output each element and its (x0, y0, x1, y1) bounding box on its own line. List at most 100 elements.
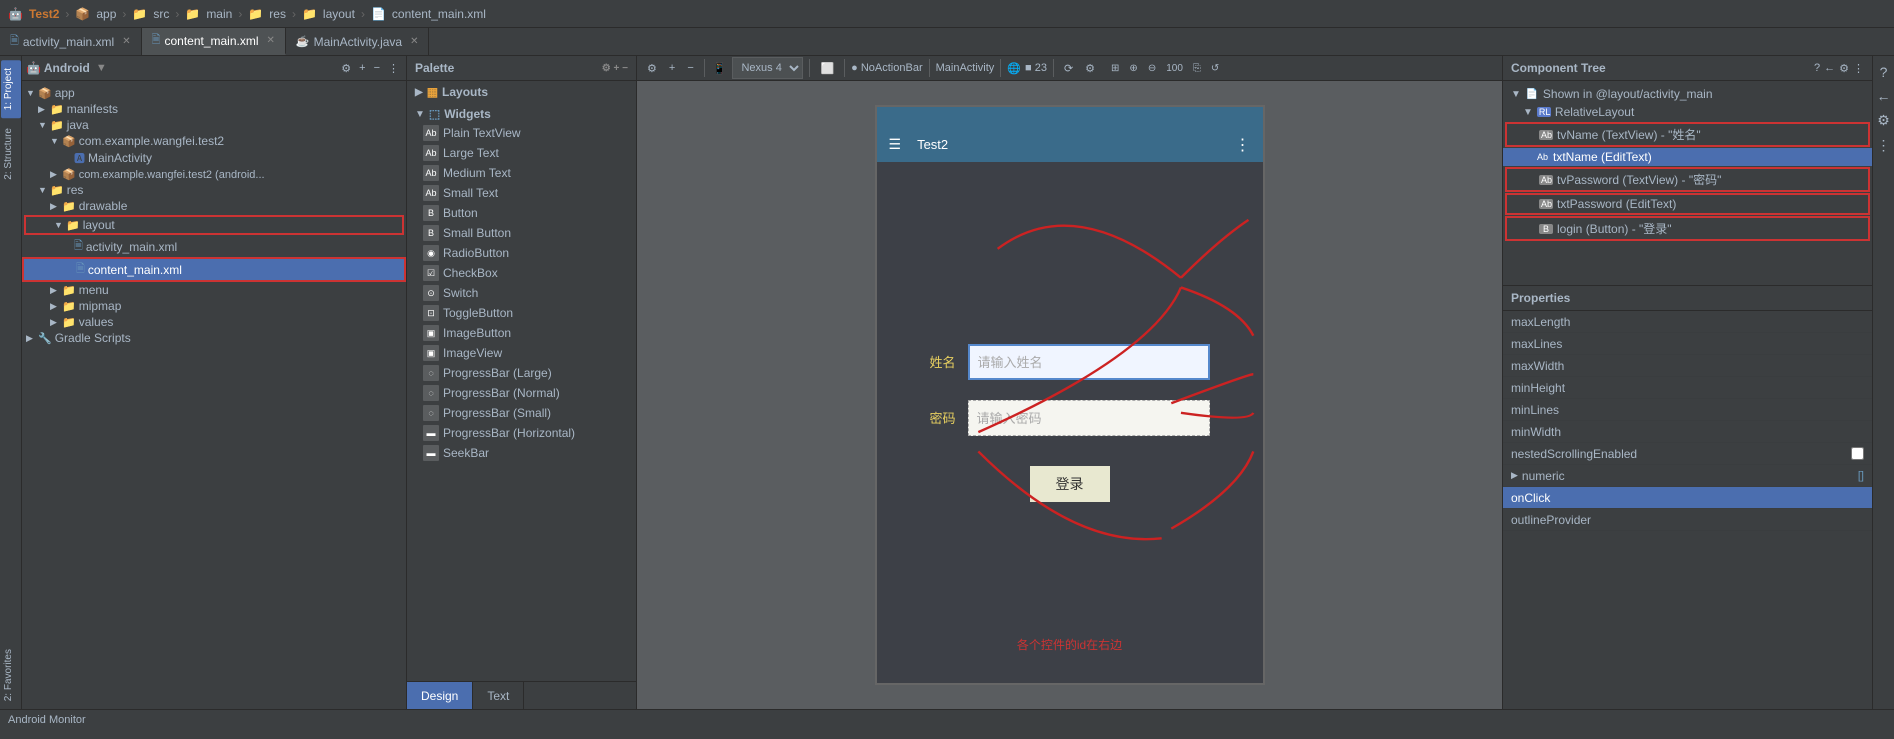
zoom-100-btn[interactable]: 100 (1162, 61, 1187, 76)
password-input-preview[interactable]: 请输入密码 (968, 400, 1210, 436)
palette-settings-icon[interactable]: ⚙ + − (602, 63, 628, 74)
sync-btn[interactable]: ⚙ (338, 61, 354, 76)
nested-scrolling-checkbox[interactable] (1851, 447, 1864, 460)
ct-item-tvname[interactable]: Ab tvName (TextView) - "姓名" (1505, 122, 1870, 147)
palette-item-progressbar-small[interactable]: ◌ ProgressBar (Small) (407, 403, 636, 423)
name-input-preview[interactable]: 请输入姓名 (968, 344, 1210, 380)
login-button-preview[interactable]: 登录 (1030, 466, 1110, 502)
tab-content-main[interactable]: 🗎 content_main.xml ✕ (142, 28, 286, 55)
toolbar-sep1 (704, 59, 705, 77)
refresh-layout-btn[interactable]: ↺ (1207, 61, 1223, 76)
tab-text[interactable]: Text (473, 682, 524, 709)
palette-item-plain-textview[interactable]: Ab Plain TextView (407, 123, 636, 143)
app-label[interactable]: app (96, 7, 116, 21)
palette-layouts-header[interactable]: ▶ ▦ Layouts (407, 83, 636, 101)
prop-onclick[interactable]: onClick (1503, 487, 1872, 509)
tree-item-menu[interactable]: ▶ 📁 menu (22, 282, 406, 298)
tree-item-java[interactable]: ▼ 📁 java (22, 117, 406, 133)
tab-mainactivity[interactable]: ☕ MainActivity.java ✕ (286, 28, 430, 55)
zoom-out-btn[interactable]: ⊖ (1144, 61, 1160, 76)
ct-item-root[interactable]: ▼ 📄 Shown in @layout/activity_main (1503, 85, 1872, 103)
toolbar-sep3 (844, 59, 845, 77)
tab-design[interactable]: Design (407, 682, 473, 709)
device-select[interactable]: Nexus 4 (732, 57, 803, 79)
ct-item-txtname[interactable]: Ab txtName (EditText) (1503, 148, 1872, 166)
tree-item-values[interactable]: ▶ 📁 values (22, 314, 406, 330)
ct-back-btn[interactable]: ← (1824, 62, 1835, 75)
file-label[interactable]: content_main.xml (392, 7, 486, 21)
palette-item-togglebutton[interactable]: ⊡ ToggleButton (407, 303, 636, 323)
ct-menu-btn[interactable]: ⋮ (1853, 62, 1864, 75)
expand-btn[interactable]: + (356, 61, 368, 75)
palette-item-checkbox[interactable]: ☑ CheckBox (407, 263, 636, 283)
res-label[interactable]: res (269, 7, 286, 21)
ct-item-txtpassword[interactable]: Ab txtPassword (EditText) (1505, 193, 1870, 215)
ct-tvname-label: tvName (TextView) - "姓名" (1557, 126, 1701, 143)
palette-item-progressbar-large[interactable]: ◌ ProgressBar (Large) (407, 363, 636, 383)
right-strip-back[interactable]: ← (1873, 84, 1894, 108)
layout-crumb-icon: 📁 (302, 7, 317, 21)
tree-item-res[interactable]: ▼ 📁 res (22, 182, 406, 198)
tree-item-drawable[interactable]: ▶ 📁 drawable (22, 198, 406, 214)
refresh-btn[interactable]: ⟳ (1060, 60, 1077, 77)
right-strip-settings[interactable]: ⚙ (1873, 108, 1894, 133)
project-name[interactable]: Test2 (29, 7, 59, 21)
zoom-fit-btn[interactable]: ⊞ (1107, 61, 1123, 76)
portrait-btn[interactable]: ⬜ (816, 60, 838, 77)
tree-item-mipmap[interactable]: ▶ 📁 mipmap (22, 298, 406, 314)
tree-item-mainactivity[interactable]: ▶ 🅰 MainActivity (22, 149, 406, 167)
tree-item-content-main-xml[interactable]: ▶ 🗎 content_main.xml (22, 257, 406, 282)
palette-widgets-header[interactable]: ▼ ⬚ Widgets (407, 105, 636, 123)
layout-label[interactable]: layout (323, 7, 355, 21)
palette-item-button[interactable]: B Button (407, 203, 636, 223)
palette-item-radiobutton[interactable]: ◉ RadioButton (407, 243, 636, 263)
right-strip-menu[interactable]: ⋮ (1873, 133, 1894, 158)
palette-item-medium-text[interactable]: Ab Medium Text (407, 163, 636, 183)
close-tab-3[interactable]: ✕ (410, 36, 418, 47)
tree-item-manifests[interactable]: ▶ 📁 manifests (22, 101, 406, 117)
palette-item-progressbar-horizontal[interactable]: ▬ ProgressBar (Horizontal) (407, 423, 636, 443)
tree-item-activity-main-xml[interactable]: ▶ 🗎 activity_main.xml (22, 236, 406, 257)
widgets-label: Widgets (444, 107, 491, 121)
palette-item-imageview[interactable]: ▣ ImageView (407, 343, 636, 363)
palette-item-small-text[interactable]: Ab Small Text (407, 183, 636, 203)
src-label[interactable]: src (153, 7, 169, 21)
palette-item-small-button[interactable]: B Small Button (407, 223, 636, 243)
palette-item-large-text[interactable]: Ab Large Text (407, 143, 636, 163)
copy-btn[interactable]: ⎘ (1189, 61, 1205, 76)
tree-item-app[interactable]: ▼ 📦 app (22, 85, 406, 101)
tree-item-gradle[interactable]: ▶ 🔧 Gradle Scripts (22, 330, 406, 346)
ct-help-btn[interactable]: ? (1814, 62, 1820, 75)
tree-item-layout[interactable]: ▼ 📁 layout (24, 215, 404, 235)
ct-arrow-rl: ▼ (1523, 107, 1533, 118)
activity-select-label: MainActivity (936, 62, 995, 74)
strip-tab-project[interactable]: 1: Project (1, 60, 21, 118)
ct-item-login[interactable]: B login (Button) - "登录" (1505, 216, 1870, 241)
main-label[interactable]: main (206, 7, 232, 21)
preview-plus-btn[interactable]: + (665, 60, 679, 76)
close-tab-1[interactable]: ✕ (122, 36, 130, 47)
ct-item-relativelayout[interactable]: ▼ RL RelativeLayout (1503, 103, 1872, 121)
palette-item-switch[interactable]: ⊙ Switch (407, 283, 636, 303)
settings-btn[interactable]: ⋮ (385, 61, 402, 76)
palette-item-seekbar[interactable]: ▬ SeekBar (407, 443, 636, 463)
preview-sync-btn[interactable]: ⚙ (643, 60, 661, 77)
palette-item-progressbar-normal[interactable]: ◌ ProgressBar (Normal) (407, 383, 636, 403)
zoom-in-btn[interactable]: ⊕ (1125, 61, 1141, 76)
strip-tab-favorites[interactable]: 2: Favorites (1, 641, 21, 709)
tab-activity-main[interactable]: 🗎 activity_main.xml ✕ (0, 28, 142, 55)
strip-tab-structure[interactable]: 2: Structure (1, 120, 21, 188)
preview-settings-btn[interactable]: ⚙ (1081, 60, 1099, 77)
ct-item-tvpassword[interactable]: Ab tvPassword (TextView) - "密码" (1505, 167, 1870, 192)
preview-minus-btn[interactable]: − (683, 60, 697, 76)
ct-settings-btn[interactable]: ⚙ (1839, 62, 1849, 75)
dropdown-arrow-icon[interactable]: ▼ (96, 62, 107, 74)
close-tab-2[interactable]: ✕ (267, 35, 275, 46)
prop-numeric[interactable]: ▶ numeric [] (1503, 465, 1872, 487)
tree-item-package2[interactable]: ▶ 📦 com.example.wangfei.test2 (android..… (22, 167, 406, 182)
palette-item-imagebutton[interactable]: ▣ ImageButton (407, 323, 636, 343)
package2-icon: 📦 (62, 168, 76, 181)
right-strip-help[interactable]: ? (1876, 60, 1892, 84)
tree-item-package1[interactable]: ▼ 📦 com.example.wangfei.test2 (22, 133, 406, 149)
collapse-btn[interactable]: − (371, 61, 383, 75)
